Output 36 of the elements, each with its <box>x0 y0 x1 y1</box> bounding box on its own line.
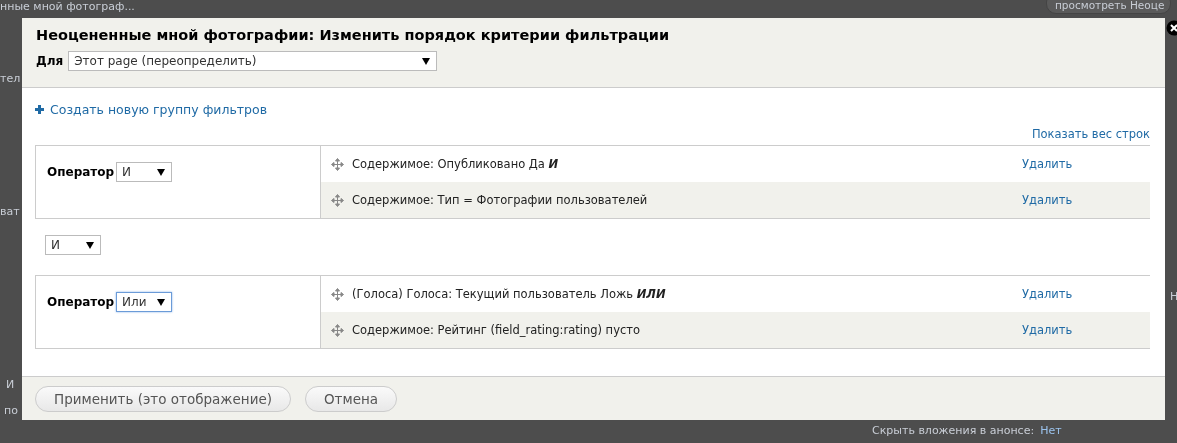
operator-label: Оператор <box>47 295 115 309</box>
drag-handle-icon[interactable] <box>331 323 344 337</box>
for-label: Для <box>36 54 64 68</box>
add-group-link[interactable]: Создать новую группу фильтров <box>35 102 268 117</box>
drag-handle-icon[interactable] <box>331 193 344 207</box>
display-select[interactable]: Этот page (переопределить) <box>68 51 438 71</box>
dialog-title: Неоцененные мной фотографии: Изменить порядок критерии фильтрации <box>36 27 671 43</box>
group-operator-select[interactable]: И <box>45 235 101 255</box>
delete-link[interactable]: Удалить <box>1022 157 1150 171</box>
drag-handle-icon[interactable] <box>331 157 344 171</box>
background-label: Скрыть вложения в анонсе: <box>872 424 1035 437</box>
filter-text: (Голоса) Голоса: Текущий пользователь Ложь ИЛИ <box>352 287 667 301</box>
operator-label: Оператор <box>47 165 115 179</box>
dropdown-caret-icon <box>86 241 94 249</box>
filter-text: Содержимое: Опубликовано Да И <box>352 157 560 171</box>
filter-text: Содержимое: Тип = Фотографии пользователей <box>352 193 649 207</box>
operator-select[interactable]: И <box>116 162 173 182</box>
dropdown-caret-icon <box>157 168 166 176</box>
cancel-button[interactable]: Отмена <box>305 385 398 412</box>
background-text: ват <box>0 205 20 218</box>
background-text: тел <box>0 72 21 85</box>
filter-text: Содержимое: Рейтинг (field_rating:rating) пусто <box>352 323 641 337</box>
show-weights-link[interactable]: Показать вес строк <box>1031 127 1150 141</box>
background-text: И <box>6 378 15 391</box>
drag-handle-icon[interactable] <box>331 287 344 301</box>
delete-link[interactable]: Удалить <box>1022 287 1150 301</box>
background-value: Нет <box>1040 424 1062 437</box>
apply-button[interactable]: Применить (это отображение) <box>35 385 291 412</box>
background-text: по <box>4 404 18 417</box>
dropdown-caret-icon <box>422 57 431 65</box>
dropdown-caret-icon <box>157 298 166 306</box>
delete-link[interactable]: Удалить <box>1022 323 1150 337</box>
delete-link[interactable]: Удалить <box>1022 193 1150 207</box>
operator-select[interactable]: Или <box>116 292 173 312</box>
plus-icon <box>35 105 44 114</box>
background-text: Н <box>1170 290 1177 303</box>
